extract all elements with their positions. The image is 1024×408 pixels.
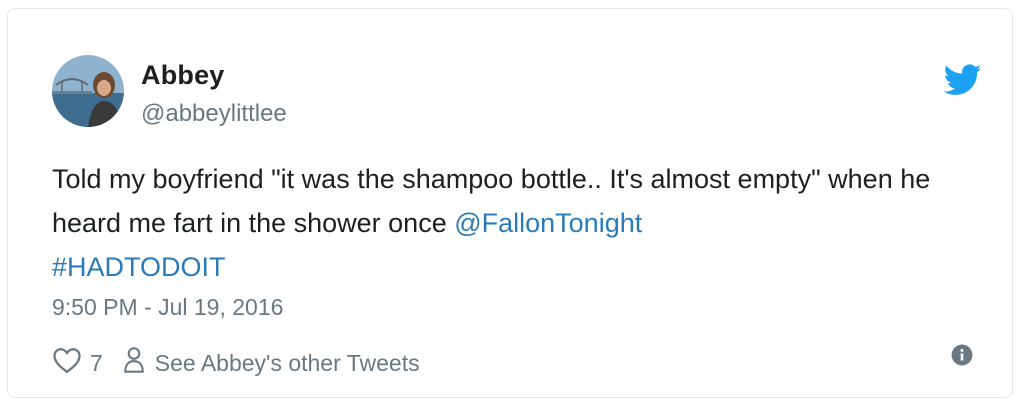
like-count: 7 [90,349,103,376]
author-name[interactable]: Abbey [141,60,225,91]
tweet-text: Told my boyfriend "it was the shampoo bo… [52,157,972,289]
tweet-timestamp[interactable]: 9:50 PM - Jul 19, 2016 [52,294,283,321]
twitter-bird-icon[interactable] [943,64,982,96]
like-button[interactable]: 7 [52,346,103,380]
other-tweets-label: See Abbey's other Tweets [154,349,420,376]
heart-icon [52,346,90,380]
mention-link[interactable]: @FallonTonight [454,208,642,238]
info-icon[interactable] [951,344,973,366]
avatar[interactable] [52,55,124,127]
other-tweets-link[interactable]: See Abbey's other Tweets [123,346,420,380]
tweet-card: Abbey @abbeylittlee Told my boyfriend "i… [7,8,1013,398]
hashtag-link[interactable]: #HADTODOIT [52,252,226,282]
person-icon [123,346,155,380]
action-bar: 7 See Abbey's other Tweets [52,345,420,381]
author-handle[interactable]: @abbeylittlee [141,100,287,128]
